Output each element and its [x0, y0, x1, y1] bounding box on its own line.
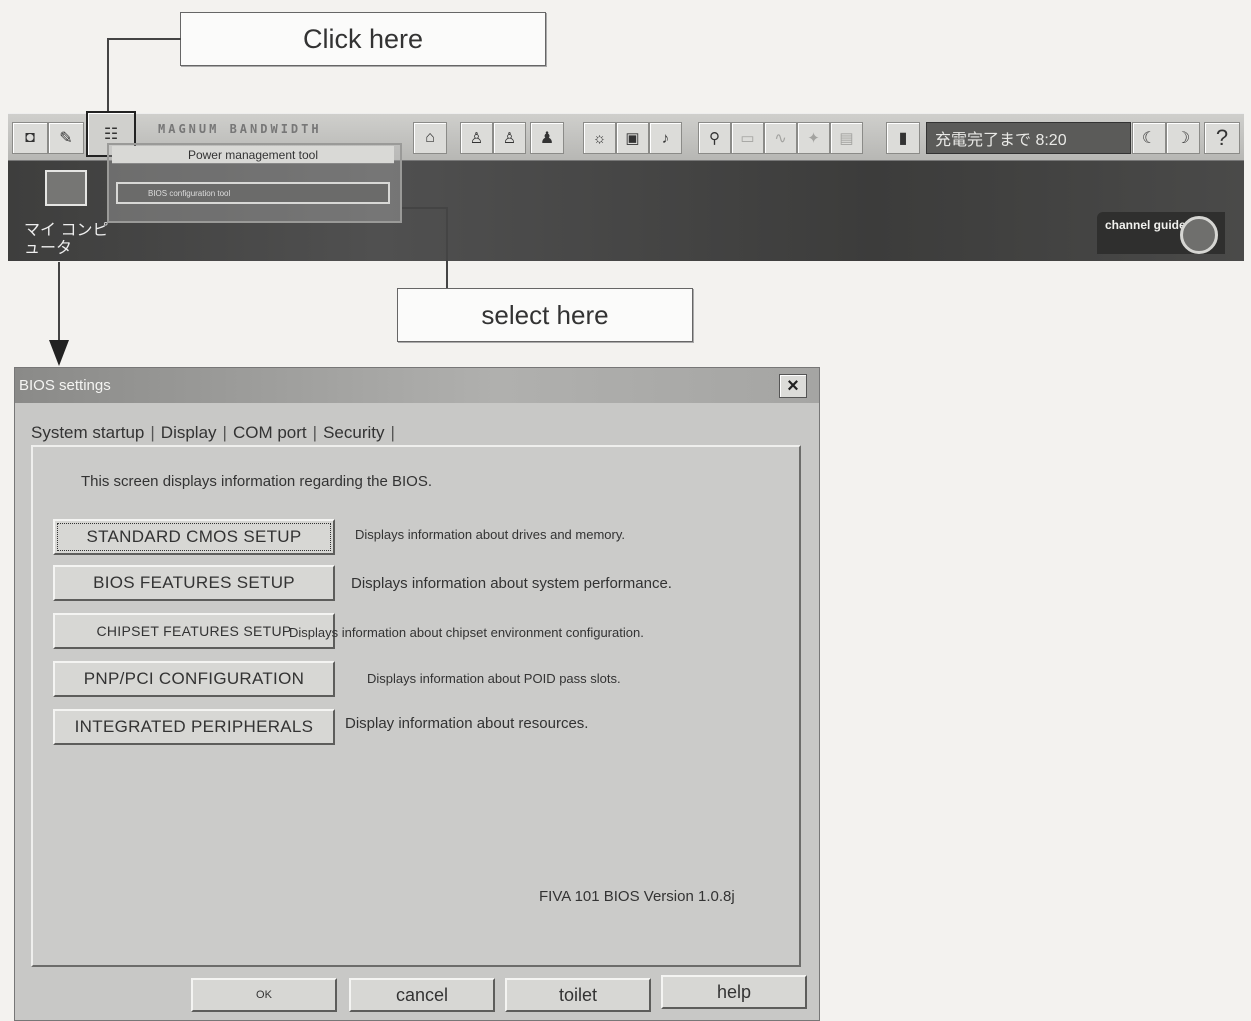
- my-computer-icon[interactable]: [45, 170, 87, 206]
- menu-item-power-management-label: Power management tool: [187, 147, 319, 162]
- close-icon: ×: [787, 374, 799, 397]
- taskbar-system-group: ☼ ▣ ♪: [583, 122, 682, 154]
- bios-settings-dialog: BIOS settings × System startup | Display…: [14, 367, 820, 1021]
- my-computer-label: マイ コンピュータ: [24, 222, 109, 257]
- ok-button[interactable]: OK: [191, 978, 337, 1012]
- help-icon: ?: [1215, 125, 1229, 150]
- search-button[interactable]: ⚲: [698, 122, 731, 154]
- taskbar-device-group: ⚲ ▭ ∿ ✦ ▤: [698, 122, 863, 154]
- battery-status-display: 充電完了まで 8:20: [926, 122, 1131, 154]
- volume-button[interactable]: ♪: [649, 122, 682, 154]
- taskbar-users-button[interactable]: ♟: [530, 122, 564, 154]
- click-connector-horizontal: [107, 38, 181, 40]
- pnp-pci-configuration-button[interactable]: PNP/PCI CONFIGURATION: [53, 661, 335, 697]
- taskbar-resume-button[interactable]: ☽: [1166, 122, 1200, 154]
- taskbar-help-button[interactable]: ?: [1204, 122, 1240, 154]
- modem-icon: ∿: [774, 130, 787, 147]
- users-icon: ♟: [539, 130, 555, 147]
- infrared-icon: ✦: [807, 130, 820, 147]
- brightness-button[interactable]: ☼: [583, 122, 616, 154]
- menu-item-power-management[interactable]: Power management tool: [112, 146, 394, 164]
- infrared-button[interactable]: ✦: [797, 122, 830, 154]
- select-connector-vertical: [446, 207, 448, 289]
- user-2-button[interactable]: ♙: [493, 122, 526, 154]
- arrow-down-icon: [49, 340, 69, 366]
- user-icon: ♙: [469, 130, 484, 147]
- resume-icon: ☽: [1175, 130, 1191, 147]
- taskbar-pc-button[interactable]: ◘: [12, 122, 48, 154]
- taskbar-tools-button[interactable]: ✎: [48, 122, 84, 154]
- usb-icon: ▭: [740, 130, 755, 147]
- taskbar-user-group: ♙ ♙: [460, 122, 526, 154]
- intro-text: This screen displays information regardi…: [81, 473, 432, 490]
- tab-display[interactable]: Display: [155, 423, 223, 443]
- network-icon: ⌂: [425, 129, 435, 146]
- menu-item-bios-configuration-label: BIOS configuration tool: [148, 188, 231, 198]
- modem-button[interactable]: ∿: [764, 122, 797, 154]
- click-connector-vertical: [107, 38, 109, 112]
- pc-card-icon: ▤: [839, 130, 854, 147]
- search-icon: ⚲: [709, 130, 720, 147]
- battery-status-text: 充電完了まで 8:20: [935, 132, 1067, 149]
- help-button[interactable]: help: [661, 975, 807, 1009]
- integrated-peripherals-button[interactable]: INTEGRATED PERIPHERALS: [53, 709, 335, 745]
- dialog-titlebar[interactable]: BIOS settings ×: [15, 368, 819, 403]
- wrench-icon: ✎: [59, 130, 73, 147]
- suspend-icon: ☾: [1141, 130, 1157, 147]
- system-startup-panel: This screen displays information regardi…: [31, 445, 801, 967]
- chipset-features-setup-description: Displays information about chipset envir…: [289, 625, 644, 640]
- tab-system-startup[interactable]: System startup: [25, 423, 150, 443]
- display-button[interactable]: ▣: [616, 122, 649, 154]
- channel-guide-label: channel guide: [1105, 218, 1186, 232]
- click-here-text: Click here: [302, 23, 424, 54]
- pc-icon: ◘: [25, 129, 35, 146]
- taskbar-brand-text: MAGNUM BANDWIDTH: [158, 122, 322, 136]
- pnp-pci-configuration-description: Displays information about POID pass slo…: [367, 671, 621, 686]
- select-connector-horizontal: [402, 207, 448, 209]
- close-button[interactable]: ×: [779, 374, 807, 398]
- pc-card-button[interactable]: ▤: [830, 122, 863, 154]
- taskbar-suspend-button[interactable]: ☾: [1132, 122, 1166, 154]
- tab-separator: |: [390, 423, 395, 442]
- display-icon: ▣: [625, 130, 640, 147]
- bios-features-setup-button[interactable]: BIOS FEATURES SETUP: [53, 565, 335, 601]
- settings-panel-icon: ☷: [103, 126, 119, 143]
- select-here-callout: select here: [397, 288, 693, 342]
- integrated-peripherals-description: Display information about resources.: [345, 715, 589, 732]
- usb-button[interactable]: ▭: [731, 122, 764, 154]
- tab-strip: System startup | Display | COM port | Se…: [25, 421, 395, 445]
- select-here-text: select here: [481, 299, 609, 330]
- standard-cmos-setup-button[interactable]: STANDARD CMOS SETUP: [53, 519, 335, 555]
- tab-security[interactable]: Security: [317, 423, 390, 443]
- battery-icon: ▮: [898, 130, 908, 147]
- tab-com-port[interactable]: COM port: [227, 423, 313, 443]
- sun-icon: ☼: [592, 129, 607, 147]
- speaker-icon: ♪: [661, 129, 670, 147]
- dialog-title: BIOS settings: [19, 377, 111, 394]
- user-1-button[interactable]: ♙: [460, 122, 493, 154]
- taskbar-battery-button[interactable]: ▮: [886, 122, 920, 154]
- standard-cmos-setup-description: Displays information about drives and me…: [355, 527, 625, 542]
- taskbar-network-button[interactable]: ⌂: [413, 122, 447, 154]
- bios-version-text: FIVA 101 BIOS Version 1.0.8j: [539, 888, 735, 905]
- toilet-button[interactable]: toilet: [505, 978, 651, 1012]
- bios-features-setup-description: Displays information about system perfor…: [351, 575, 672, 592]
- click-here-callout: Click here: [180, 12, 546, 66]
- user-icon: ♙: [502, 130, 517, 147]
- menu-item-bios-configuration[interactable]: BIOS configuration tool: [116, 182, 390, 204]
- channel-guide-satellite-icon: [1180, 216, 1218, 254]
- arrow-shaft: [58, 262, 60, 346]
- cancel-button[interactable]: cancel: [349, 978, 495, 1012]
